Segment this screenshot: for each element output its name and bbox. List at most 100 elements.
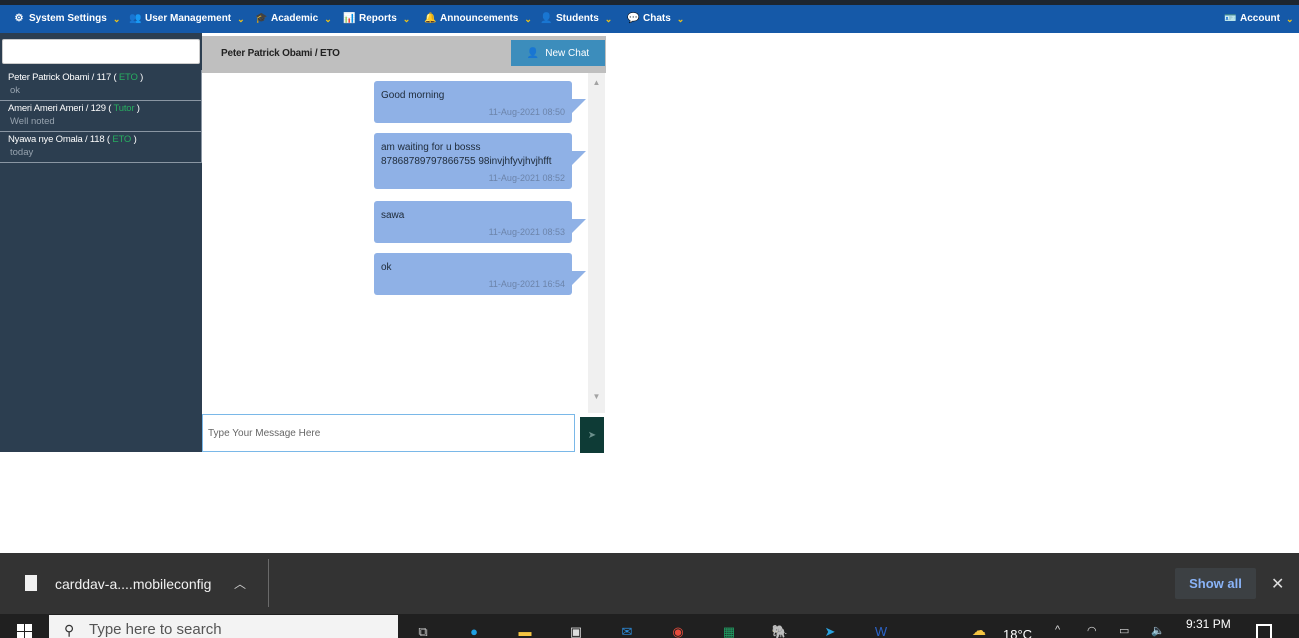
search-icon: ⚲ — [64, 622, 75, 638]
chevron-down-icon: ⌄ — [402, 14, 411, 24]
chevron-up-icon[interactable]: ︿ — [234, 575, 246, 592]
message-composer: ➤ — [202, 413, 606, 453]
nav-user-management-label: User Management — [145, 13, 232, 24]
chrome-icon[interactable]: ◉ — [666, 621, 690, 638]
bubble-tail — [572, 219, 586, 233]
chevron-up-icon[interactable]: ^ — [1055, 624, 1060, 636]
cogs-icon: ⚙ — [14, 13, 24, 24]
telegram-icon[interactable]: ➤ — [818, 621, 842, 638]
show-all-button[interactable]: Show all — [1175, 568, 1256, 599]
chevron-down-icon: ⌄ — [604, 14, 613, 24]
chat-contact-name: Peter Patrick Obami / 117 ( ETO ) — [8, 72, 144, 83]
nav-system-settings[interactable]: ⚙ System Settings ⌄ — [13, 5, 121, 33]
bar-chart-icon: 📊 — [343, 13, 356, 24]
download-bar: carddav-a....mobileconfig ︿ Show all ✕ — [0, 553, 1299, 614]
file-explorer-icon[interactable]: ▬ — [513, 621, 537, 638]
message-text: Good morning — [381, 90, 445, 101]
chevron-down-icon: ⌄ — [1286, 14, 1294, 24]
nav-announcements-label: Announcements — [440, 13, 519, 24]
message-time: 11-Aug-2021 08:52 — [488, 173, 565, 183]
bubble-tail — [572, 151, 586, 165]
scroll-up-arrow-icon[interactable]: ▲ — [588, 75, 605, 91]
chat-list-panel: Peter Patrick Obami / 117 ( ETO ) ok Ame… — [0, 33, 202, 452]
clock-time[interactable]: 9:31 PM — [1186, 617, 1231, 631]
bell-icon: 🔔 — [424, 13, 437, 24]
nav-user-management[interactable]: 👥 User Management ⌄ — [129, 5, 245, 33]
chat-contact-name: Ameri Ameri Ameri / 129 ( Tutor ) — [8, 103, 140, 114]
nav-students[interactable]: 👤 Students ⌄ — [540, 5, 612, 33]
id-card-icon: 🪪 — [1224, 13, 1237, 24]
nav-reports[interactable]: 📊 Reports ⌄ — [343, 5, 410, 33]
chat-last-message: today — [10, 147, 34, 158]
bubble-tail — [572, 99, 586, 113]
message-text: ok — [381, 262, 392, 273]
chat-title: Peter Patrick Obami / ETO — [221, 48, 340, 59]
volume-icon[interactable]: 🔈 — [1151, 624, 1165, 637]
task-view-icon[interactable]: ⧉ — [411, 621, 435, 638]
excel-icon[interactable]: ▦ — [717, 621, 741, 638]
chat-search-input[interactable] — [2, 39, 200, 64]
message-text: sawa — [381, 210, 405, 221]
nav-account[interactable]: 🪪 Account ⌄ — [1224, 5, 1294, 33]
nav-students-label: Students — [556, 13, 599, 24]
temperature[interactable]: 18°C — [1003, 627, 1032, 638]
nav-academic-label: Academic — [271, 13, 319, 24]
chevron-down-icon: ⌄ — [524, 14, 532, 24]
word-icon[interactable]: W — [869, 621, 893, 638]
taskbar-search[interactable]: ⚲ Type here to search — [49, 615, 398, 638]
chevron-down-icon: ⌄ — [676, 14, 685, 24]
new-chat-label: New Chat — [545, 47, 590, 59]
windows-start-icon[interactable] — [17, 624, 32, 638]
scroll-down-arrow-icon[interactable]: ▼ — [588, 389, 605, 405]
nav-chats[interactable]: 💬 Chats ⌄ — [627, 5, 684, 33]
download-file-name[interactable]: carddav-a....mobileconfig — [55, 576, 211, 592]
notification-icon[interactable] — [1256, 624, 1272, 638]
chat-contact-role: Tutor — [113, 103, 135, 114]
message-input[interactable] — [202, 414, 575, 452]
message-area: Good morning 11-Aug-2021 08:50 am waitin… — [202, 73, 588, 413]
paper-plane-icon: ➤ — [587, 429, 597, 441]
student-icon: 👤 — [540, 13, 553, 24]
chat-list-item[interactable]: Ameri Ameri Ameri / 129 ( Tutor ) Well n… — [0, 101, 202, 132]
file-icon — [25, 575, 37, 591]
battery-icon[interactable]: ▭ — [1119, 624, 1129, 637]
chat-list-item[interactable]: Peter Patrick Obami / 117 ( ETO ) ok — [0, 70, 202, 101]
new-chat-button[interactable]: 👤 New Chat — [511, 40, 605, 66]
chat-last-message: Well noted — [10, 116, 55, 127]
chat-contact-name: Nyawa nye Omala / 118 ( ETO ) — [8, 134, 137, 145]
users-icon: 👥 — [129, 13, 142, 24]
nav-reports-label: Reports — [359, 13, 397, 24]
chat-bubble-icon: 💬 — [627, 13, 640, 24]
nav-chats-label: Chats — [643, 13, 671, 24]
divider — [268, 559, 269, 607]
message-time: 11-Aug-2021 08:50 — [488, 107, 565, 117]
wifi-icon[interactable]: ◠ — [1087, 624, 1097, 637]
chat-list-item[interactable]: Nyawa nye Omala / 118 ( ETO ) today — [0, 132, 202, 163]
send-button[interactable]: ➤ — [580, 417, 604, 453]
user-icon: 👤 — [526, 47, 540, 59]
message-bubble: Good morning 11-Aug-2021 08:50 — [374, 81, 586, 123]
main-navbar: ⚙ System Settings ⌄ 👥 User Management ⌄ … — [0, 5, 1299, 33]
nav-academic[interactable]: 🎓 Academic ⌄ — [255, 5, 332, 33]
message-time: 11-Aug-2021 08:53 — [488, 227, 565, 237]
edge-browser-icon[interactable]: ● — [462, 621, 486, 638]
message-bubble: sawa 11-Aug-2021 08:53 — [374, 201, 586, 243]
chat-last-message: ok — [10, 85, 21, 96]
bubble-tail — [572, 271, 586, 285]
windows-taskbar: ⚲ Type here to search ⧉ ● ▬ ▣ ✉ ◉ ▦ 🐘 ➤ … — [0, 614, 1299, 638]
close-icon[interactable]: ✕ — [1271, 574, 1284, 594]
nav-announcements[interactable]: 🔔 Announcements ⌄ — [424, 5, 532, 33]
mail-icon[interactable]: ✉ — [615, 621, 639, 638]
chat-contact-role: ETO — [118, 72, 138, 83]
taskbar-search-placeholder: Type here to search — [89, 621, 222, 638]
weather-icon[interactable]: ☁ — [972, 622, 986, 638]
store-icon[interactable]: ▣ — [564, 621, 588, 638]
message-scrollbar[interactable]: ▲ ▼ — [588, 73, 605, 413]
message-text: am waiting for u bosss 87868789797866755… — [381, 142, 552, 167]
postgres-icon[interactable]: 🐘 — [768, 621, 792, 638]
chevron-down-icon: ⌄ — [324, 14, 332, 24]
chat-header: Peter Patrick Obami / ETO 👤 New Chat — [202, 36, 606, 73]
chat-contact-role: ETO — [112, 134, 132, 145]
message-bubble: am waiting for u bosss 87868789797866755… — [374, 133, 586, 189]
graduation-cap-icon: 🎓 — [255, 13, 268, 24]
